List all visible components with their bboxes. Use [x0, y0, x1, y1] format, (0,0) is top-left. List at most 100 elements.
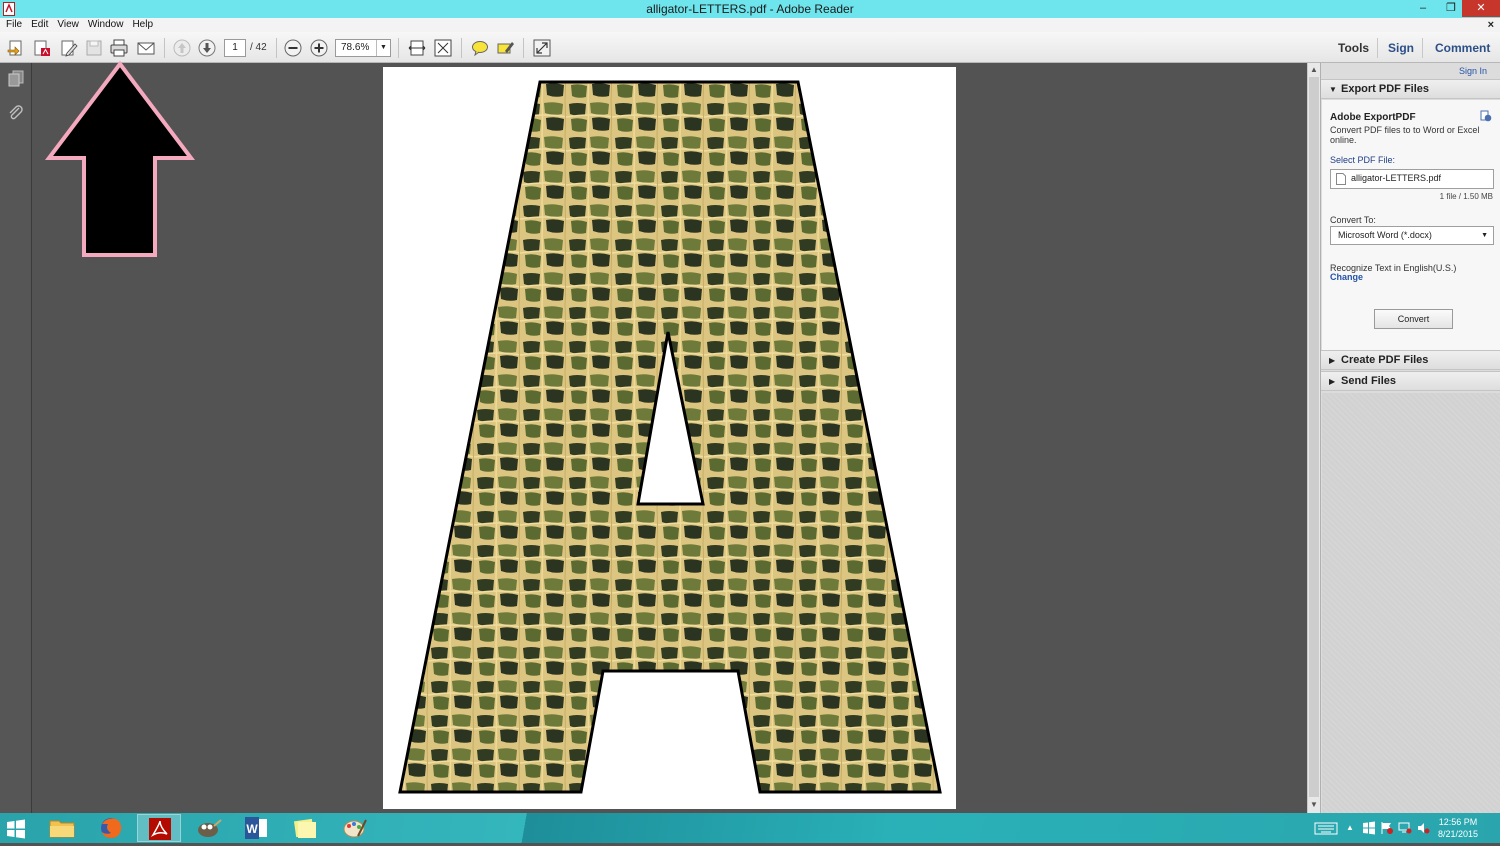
minimize-button[interactable]: – [1410, 0, 1436, 17]
page-thumbnails-icon[interactable] [7, 70, 25, 88]
zoom-level-value: 78.6% [341, 42, 370, 53]
change-language-link[interactable]: Change [1330, 272, 1363, 282]
sticky-notes-icon [293, 818, 316, 838]
clock-date: 8/21/2015 [1437, 829, 1479, 839]
convert-to-label: Convert To: [1330, 215, 1376, 225]
open-file-icon[interactable] [6, 38, 26, 58]
fit-page-icon[interactable] [433, 38, 453, 58]
convert-to-select[interactable]: Microsoft Word (*.docx) ▼ [1330, 226, 1494, 245]
tools-pane-button[interactable]: Tools [1338, 41, 1369, 55]
scrollbar-thumb[interactable] [1309, 77, 1319, 797]
clock-time: 12:56 PM [1438, 817, 1478, 827]
taskbar-file-explorer[interactable] [40, 814, 84, 842]
network-icon[interactable] [1398, 821, 1412, 835]
send-files-header[interactable]: ▶ Send Files [1321, 371, 1500, 391]
navigation-pane [0, 63, 32, 813]
edit-pdf-icon[interactable] [59, 38, 79, 58]
taskbar-paint[interactable] [332, 814, 376, 842]
fit-width-icon[interactable] [407, 38, 427, 58]
menu-file[interactable]: File [6, 18, 22, 32]
restore-button[interactable]: ❐ [1438, 0, 1464, 17]
gimp-icon [198, 819, 222, 837]
menu-window[interactable]: Window [88, 18, 124, 32]
toolbar-separator [164, 38, 165, 58]
sign-in-link[interactable]: Sign In [1459, 66, 1487, 76]
toolbar-separator [523, 38, 524, 58]
document-file-icon [1336, 173, 1346, 185]
firefox-icon [101, 818, 122, 838]
window-title: alligator-LETTERS.pdf - Adobe Reader [646, 2, 854, 16]
menu-edit[interactable]: Edit [31, 18, 48, 32]
scroll-up-icon[interactable]: ▲ [1308, 64, 1320, 76]
close-document-button[interactable]: × [1488, 18, 1494, 32]
comment-pane-button[interactable]: Comment [1435, 41, 1490, 55]
word-icon: W [245, 817, 267, 839]
highlight-icon[interactable] [495, 38, 515, 58]
comment-bubble-icon[interactable] [470, 38, 490, 58]
taskbar-sticky-notes[interactable] [283, 814, 327, 842]
tools-right-pane: Sign In ▼ Export PDF Files Adobe ExportP… [1320, 63, 1500, 813]
paint-palette-icon [343, 819, 367, 838]
create-pdf-header[interactable]: ▶ Create PDF Files [1321, 350, 1500, 370]
adobe-reader-icon [149, 818, 171, 840]
toolbar-separator [1422, 38, 1423, 58]
attachments-paperclip-icon[interactable] [7, 104, 25, 122]
taskbar-adobe-reader[interactable] [137, 814, 181, 842]
chevron-down-icon[interactable]: ▼ [376, 40, 390, 56]
windows-taskbar: W ▲ 12:56 PM 8/21/2015 [0, 813, 1500, 843]
alligator-letter-a-image [398, 80, 942, 794]
windows-flag-icon[interactable] [1362, 821, 1376, 835]
taskbar-clock[interactable]: 12:56 PM 8/21/2015 [1428, 816, 1488, 840]
title-bar: alligator-LETTERS.pdf - Adobe Reader – ❐… [0, 0, 1500, 18]
menu-bar: File Edit View Window Help × [0, 18, 1500, 32]
next-page-icon[interactable] [197, 38, 217, 58]
send-files-header-label: Send Files [1341, 375, 1397, 387]
save-icon[interactable] [84, 38, 104, 58]
vertical-scrollbar[interactable]: ▲ ▼ [1307, 63, 1320, 813]
full-screen-icon[interactable] [532, 38, 552, 58]
toolbar-separator [461, 38, 462, 58]
triangle-right-icon: ▶ [1329, 356, 1336, 365]
triangle-right-icon: ▶ [1329, 377, 1336, 386]
pdf-page [383, 67, 956, 809]
scroll-down-icon[interactable]: ▼ [1308, 799, 1320, 811]
taskbar-gimp[interactable] [186, 814, 230, 842]
selected-file-name: alligator-LETTERS.pdf [1351, 173, 1442, 183]
triangle-down-icon: ▼ [1329, 85, 1337, 94]
page-total-label: / 42 [250, 42, 267, 53]
taskbar-microsoft-word[interactable]: W [234, 814, 278, 842]
sign-pane-button[interactable]: Sign [1388, 41, 1414, 55]
export-pdf-panel: Adobe ExportPDF Convert PDF files to to … [1322, 100, 1500, 350]
export-pdf-header[interactable]: ▼ Export PDF Files [1321, 79, 1500, 99]
keyboard-icon[interactable] [1314, 821, 1338, 835]
page-number-input[interactable]: 1 [224, 39, 246, 57]
file-info-label: 1 file / 1.50 MB [1439, 192, 1493, 201]
toolbar-separator [1377, 38, 1378, 58]
action-center-flag-icon[interactable] [1380, 821, 1394, 835]
taskbar-firefox[interactable] [89, 814, 133, 842]
menu-help[interactable]: Help [132, 18, 153, 32]
pointer-arrow-annotation [44, 60, 196, 257]
convert-button[interactable]: Convert [1374, 309, 1453, 329]
export-panel-title: Adobe ExportPDF [1330, 112, 1416, 123]
select-pdf-file-label: Select PDF File: [1330, 155, 1396, 165]
zoom-in-icon[interactable] [309, 38, 329, 58]
document-viewer[interactable] [33, 63, 1307, 813]
zoom-level-select[interactable]: 78.6% ▼ [335, 39, 391, 57]
show-hidden-icons-chevron-icon[interactable]: ▲ [1346, 821, 1360, 835]
right-pane-empty-area [1322, 393, 1500, 813]
toolbar-separator [398, 38, 399, 58]
svg-text:W: W [246, 822, 258, 836]
email-icon[interactable] [136, 38, 156, 58]
close-button[interactable]: ✕ [1462, 0, 1500, 17]
create-pdf-icon[interactable] [32, 38, 52, 58]
print-icon[interactable] [109, 38, 129, 58]
selected-file-field[interactable]: alligator-LETTERS.pdf [1330, 169, 1494, 189]
export-info-icon[interactable] [1480, 110, 1492, 122]
folder-icon [49, 820, 75, 838]
previous-page-icon[interactable] [172, 38, 192, 58]
toolbar-separator [276, 38, 277, 58]
zoom-out-icon[interactable] [283, 38, 303, 58]
menu-view[interactable]: View [57, 18, 79, 32]
windows-start-icon[interactable] [6, 819, 26, 839]
